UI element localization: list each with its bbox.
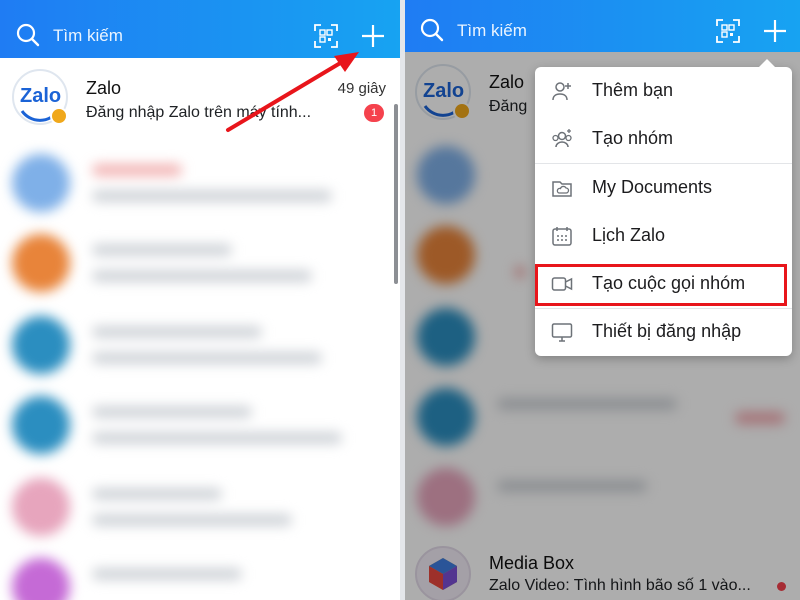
annotation-highlight-box [535, 264, 787, 306]
menu-item-login-devices[interactable]: Thiết bị đăng nhập [535, 308, 792, 356]
blurred-conversation-row[interactable] [0, 384, 400, 466]
blurred-text [92, 164, 182, 176]
blurred-conversation-row[interactable] [0, 304, 400, 386]
menu-item-my-documents[interactable]: My Documents [535, 164, 792, 212]
monitor-icon [551, 323, 573, 342]
menu-item-label: Thiết bị đăng nhập [592, 321, 742, 341]
blurred-conversation-row[interactable] [0, 222, 400, 304]
right-screen: Tìm kiếm Zalo Zalo Đăng Media Box Zalo V… [405, 0, 800, 600]
annotation-arrow-icon [226, 52, 359, 132]
avatar [12, 478, 70, 536]
blurred-conversation-row[interactable] [0, 546, 400, 600]
blurred-text [92, 514, 292, 526]
blurred-text [92, 190, 332, 202]
add-friend-icon [552, 82, 571, 101]
blurred-text [92, 432, 342, 444]
avatar [12, 558, 70, 600]
blurred-conversation-row[interactable] [0, 142, 400, 224]
add-menu-popup: Thêm bạn Tạo nhóm My Documents Lịch Zalo… [535, 59, 792, 356]
menu-item-zalo-calendar[interactable]: Lịch Zalo [535, 212, 792, 260]
avatar [12, 396, 70, 454]
menu-caret [759, 59, 775, 67]
avatar [12, 234, 70, 292]
blurred-text [92, 244, 232, 256]
search-input[interactable]: Tìm kiếm [457, 21, 527, 41]
calendar-icon [552, 227, 572, 246]
menu-item-label: Thêm bạn [592, 80, 674, 100]
blurred-text [92, 406, 252, 418]
blurred-text [92, 568, 242, 580]
blurred-text [92, 352, 322, 364]
plus-icon[interactable] [763, 19, 787, 43]
top-bar: Tìm kiếm [405, 0, 800, 52]
create-group-icon [552, 129, 572, 148]
blurred-conversation-row[interactable] [0, 466, 400, 548]
menu-item-add-friend[interactable]: Thêm bạn [535, 67, 792, 115]
left-screen: Tìm kiếm Zalo Zalo Đăng nhập Zalo trên m… [0, 0, 400, 600]
menu-item-label: My Documents [592, 177, 713, 197]
blurred-text [92, 326, 262, 338]
search-icon[interactable] [419, 17, 445, 43]
avatar [12, 154, 70, 212]
blurred-text [92, 488, 222, 500]
cloud-folder-icon [552, 181, 572, 197]
menu-item-label: Lịch Zalo [592, 225, 666, 245]
avatar [12, 316, 70, 374]
menu-item-create-group[interactable]: Tạo nhóm [535, 115, 792, 163]
qr-scan-icon[interactable] [716, 19, 740, 43]
blurred-text [92, 270, 312, 282]
menu-item-label: Tạo nhóm [592, 128, 674, 148]
